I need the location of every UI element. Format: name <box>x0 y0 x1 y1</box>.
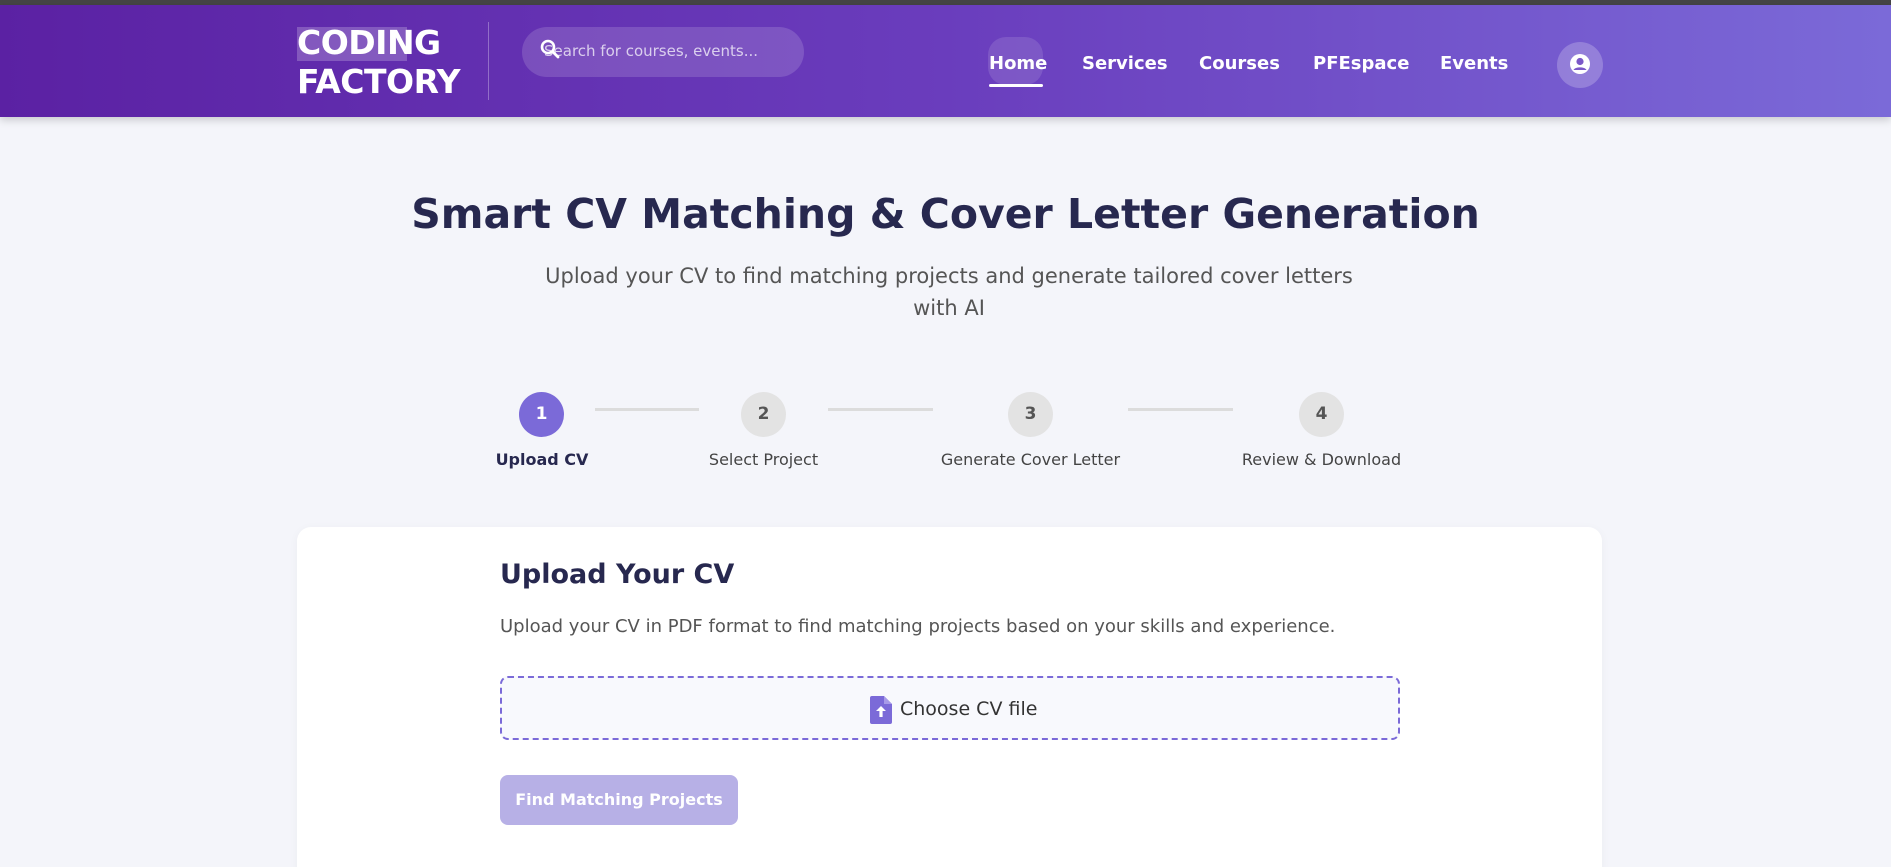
choose-cv-label: Choose CV file <box>900 698 1038 720</box>
step-connector <box>595 408 699 411</box>
nav-courses[interactable]: Courses <box>1199 53 1280 74</box>
step-1-label: Upload CV <box>495 450 589 469</box>
logo-line-1-text: CODING <box>297 23 441 62</box>
logo-line-2: FACTORY <box>297 62 461 101</box>
step-4-label: Review & Download <box>1241 450 1402 469</box>
page-title: Smart CV Matching & Cover Letter Generat… <box>411 190 1480 238</box>
header-divider <box>488 22 489 100</box>
find-matching-projects-button[interactable]: Find Matching Projects <box>500 775 738 825</box>
cv-file-input[interactable]: Choose CV file <box>500 676 1400 740</box>
site-header: CODING FACTORY Search for courses, event… <box>0 5 1891 117</box>
nav-events[interactable]: Events <box>1440 53 1508 74</box>
logo-line-1: CODING <box>297 23 460 62</box>
nav-home[interactable]: Home <box>989 53 1047 74</box>
logo[interactable]: CODING FACTORY <box>297 23 461 101</box>
step-2-circle[interactable]: 2 <box>741 392 786 437</box>
step-connector <box>828 408 933 411</box>
user-menu-button[interactable] <box>1557 42 1603 88</box>
step-3-label: Generate Cover Letter <box>940 450 1121 469</box>
step-2-label: Select Project <box>708 450 819 469</box>
file-upload-icon <box>870 696 892 724</box>
nav-pfespace[interactable]: PFEspace <box>1313 53 1409 74</box>
upload-description: Upload your CV in PDF format to find mat… <box>500 616 1336 637</box>
page-subtitle: Upload your CV to find matching projects… <box>545 260 1353 324</box>
step-3-circle[interactable]: 3 <box>1008 392 1053 437</box>
upload-title: Upload Your CV <box>500 559 735 590</box>
page-subtitle-line-1: Upload your CV to find matching projects… <box>545 264 1353 288</box>
step-1-circle[interactable]: 1 <box>519 392 564 437</box>
search-placeholder: Search for courses, events... <box>544 42 759 60</box>
nav-services[interactable]: Services <box>1082 53 1168 74</box>
nav-active-underline <box>989 84 1043 87</box>
step-connector <box>1128 408 1233 411</box>
user-icon <box>1570 54 1590 74</box>
step-4-circle[interactable]: 4 <box>1299 392 1344 437</box>
search-input[interactable]: Search for courses, events... <box>522 27 804 77</box>
page-subtitle-line-2: with AI <box>913 296 985 320</box>
